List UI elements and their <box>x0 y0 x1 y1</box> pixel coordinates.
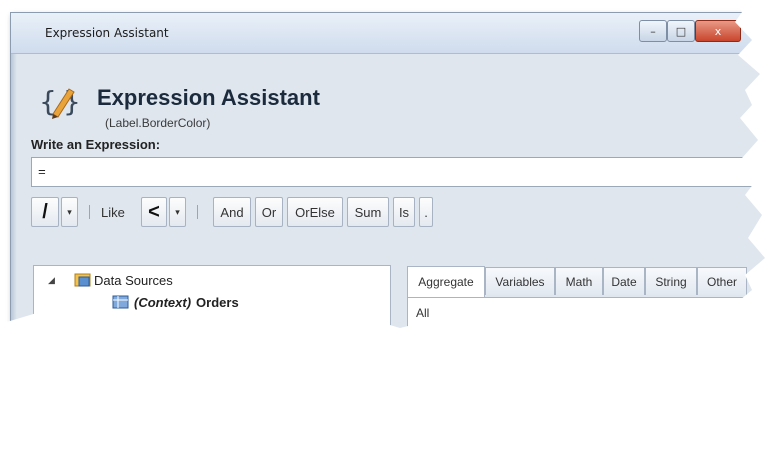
less-than-dropdown-button[interactable]: ▾ <box>169 197 186 227</box>
orelse-button[interactable]: OrElse <box>287 197 343 227</box>
data-sources-tree: ◢ Data Sources (Context) Orders <box>33 265 391 334</box>
window-title: Expression Assistant <box>45 26 169 40</box>
less-than-button[interactable]: < <box>141 197 167 227</box>
context-prefix: (Context) <box>134 294 192 310</box>
or-button[interactable]: Or <box>255 197 283 227</box>
expression-assistant-window: Expression Assistant – □ x { } Expressio… <box>10 12 765 334</box>
minimize-button[interactable]: – <box>639 20 667 42</box>
tab-variables[interactable]: Variables <box>485 267 555 295</box>
list-item[interactable]: All <box>416 306 429 320</box>
tab-other[interactable]: Other <box>697 267 747 295</box>
tab-aggregate[interactable]: Aggregate <box>407 266 485 297</box>
table-icon <box>112 295 129 309</box>
page-subtitle: (Label.BorderColor) <box>105 116 211 130</box>
maximize-button[interactable]: □ <box>667 20 695 42</box>
divide-dropdown-button[interactable]: ▾ <box>61 197 78 227</box>
like-label[interactable]: Like <box>101 205 125 220</box>
divide-button[interactable]: / <box>31 197 59 227</box>
tab-date[interactable]: Date <box>603 267 645 295</box>
window-left-edge <box>11 54 17 334</box>
tab-content-panel: All <box>407 297 765 334</box>
page-title: Expression Assistant <box>97 85 320 110</box>
is-button[interactable]: Is <box>393 197 415 227</box>
toolbar-divider <box>197 205 198 219</box>
tree-item-label: Orders <box>196 294 239 310</box>
toolbar-divider <box>89 205 90 219</box>
expression-label: Write an Expression: <box>31 137 161 152</box>
title-bar: Expression Assistant – □ x <box>11 13 765 54</box>
tab-string[interactable]: String <box>645 267 697 295</box>
and-button[interactable]: And <box>213 197 251 227</box>
sum-button[interactable]: Sum <box>347 197 389 227</box>
tree-item-context-orders[interactable]: (Context) Orders <box>112 294 239 310</box>
data-source-icon <box>74 273 91 287</box>
expand-arrow-icon[interactable]: ◢ <box>48 275 74 286</box>
tree-item-label: Data Sources <box>94 272 173 288</box>
curly-brace-pencil-icon: { } <box>39 85 81 119</box>
screenshot-clip: Expression Assistant – □ x { } Expressio… <box>0 0 765 334</box>
dot-button[interactable]: . <box>419 197 433 227</box>
tab-math[interactable]: Math <box>555 267 603 295</box>
expression-input[interactable] <box>31 157 765 187</box>
close-button[interactable]: x <box>695 20 741 42</box>
tree-item-data-sources[interactable]: ◢ Data Sources <box>48 272 173 288</box>
